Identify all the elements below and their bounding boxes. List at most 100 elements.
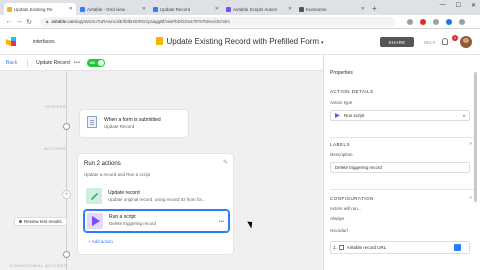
minimize-icon[interactable]: — bbox=[440, 2, 446, 9]
automation-name[interactable]: Update Record bbox=[36, 60, 70, 66]
bell-icon[interactable] bbox=[442, 38, 448, 45]
action-details-heading: ACTION DETAILS bbox=[330, 89, 374, 94]
divider bbox=[330, 189, 475, 190]
notification-badge: 1 bbox=[452, 35, 458, 41]
action-type-label: Action type bbox=[330, 100, 353, 105]
browser-tab-grid[interactable]: Airtable - Grid view ✕ bbox=[77, 3, 149, 15]
maximize-icon[interactable]: ☐ bbox=[456, 2, 461, 9]
browser-tab-bar: Update Existing Re ✕ Airtable - Grid vie… bbox=[0, 0, 480, 15]
more-options-icon[interactable]: ••• bbox=[74, 60, 81, 66]
browser-tab-scripts[interactable]: Airtable Scripts Autom ✕ bbox=[223, 3, 295, 15]
form-icon bbox=[87, 116, 97, 128]
action1-subtitle: Update original record, using record ID … bbox=[108, 197, 206, 202]
action-run-script[interactable]: Run a script Delete triggering record ••… bbox=[84, 210, 229, 232]
browser-tab-update-record[interactable]: Update Record ✕ bbox=[150, 3, 222, 15]
play-icon bbox=[335, 113, 340, 118]
browser-extension-icons bbox=[407, 18, 465, 25]
trigger-step-label: TRIGGER bbox=[44, 104, 67, 109]
record-icon bbox=[338, 245, 344, 250]
tab-label: Kunnonne bbox=[306, 6, 327, 12]
base-icon bbox=[156, 37, 164, 45]
url-path: /appWoXoTuRAwnrJiiE/tblbHEtRG2yaaggBf/vi… bbox=[75, 19, 230, 24]
close-icon[interactable]: ✕ bbox=[142, 6, 146, 12]
add-action-link[interactable]: + Add action bbox=[88, 239, 113, 244]
extension-icon[interactable] bbox=[420, 18, 426, 25]
toggle-label: ON bbox=[89, 60, 95, 65]
close-icon[interactable]: ✕ bbox=[361, 6, 365, 12]
trigger-subtitle: Update Record bbox=[104, 124, 135, 129]
close-window-icon[interactable]: ✕ bbox=[471, 2, 476, 9]
share-button[interactable]: SHARE bbox=[380, 37, 414, 47]
tab-label: Airtable Scripts Autom bbox=[233, 6, 278, 12]
action2-subtitle: Delete triggering record bbox=[109, 221, 157, 226]
address-bar: ← → ↻ 🔒︎ airtable.com /appWoXoTuRAwnrJii… bbox=[0, 15, 480, 29]
action-run-value[interactable]: Always bbox=[330, 216, 344, 221]
puzzle-icon[interactable] bbox=[433, 18, 439, 25]
tab-label: Update Existing Re bbox=[14, 6, 53, 12]
avatar[interactable] bbox=[460, 36, 472, 48]
recordurl-label: recordurl bbox=[330, 228, 348, 233]
close-icon[interactable]: ✕ bbox=[288, 6, 292, 12]
chevron-down-icon: ▾ bbox=[462, 113, 465, 118]
review-label: Review test results bbox=[24, 219, 62, 224]
actions-group-card[interactable]: Run 2 actions Update a record and Run a … bbox=[78, 154, 233, 254]
lock-icon: 🔒︎ bbox=[46, 19, 49, 24]
record-url-token: Airtable record URL bbox=[346, 245, 387, 250]
add-step-icon[interactable]: + bbox=[62, 190, 71, 199]
profile-icon[interactable] bbox=[446, 18, 452, 25]
chevron-up-icon[interactable]: ˄ bbox=[469, 195, 472, 200]
action2-title: Run a script bbox=[109, 214, 136, 220]
tab-label: Airtable - Grid view bbox=[87, 6, 126, 12]
more-options-icon[interactable]: ••• bbox=[219, 219, 224, 225]
update-record-icon bbox=[86, 188, 102, 204]
token-prefix: 1. bbox=[333, 245, 337, 250]
menu-icon[interactable] bbox=[459, 18, 465, 25]
forward-arrow-icon[interactable]: → bbox=[14, 18, 24, 25]
action1-title: Update record bbox=[108, 190, 140, 196]
automation-toolbar: Back Update Record ••• ON bbox=[0, 55, 323, 71]
action-type-select[interactable]: Run script ▾ bbox=[330, 110, 470, 121]
back-link[interactable]: Back bbox=[6, 60, 17, 66]
trigger-title: When a form is submitted bbox=[104, 117, 161, 123]
conditional-connector-icon bbox=[63, 251, 70, 258]
action-update-record[interactable]: Update record Update original record, us… bbox=[84, 187, 229, 205]
recordurl-input[interactable]: 1. Airtable record URL bbox=[330, 241, 470, 254]
url-domain: airtable.com bbox=[51, 19, 76, 24]
trigger-card[interactable]: When a form is submitted Update Record bbox=[80, 110, 188, 137]
actions-group-subtitle: Update a record and Run a script bbox=[84, 172, 151, 177]
close-icon[interactable]: ✕ bbox=[215, 6, 219, 12]
browser-tab-other[interactable]: Kunnonne ✕ bbox=[296, 3, 368, 15]
airtable-favicon-icon bbox=[80, 6, 85, 12]
labels-heading: LABELS bbox=[330, 142, 351, 147]
star-icon[interactable] bbox=[407, 18, 413, 25]
page-favicon-icon bbox=[299, 6, 304, 12]
back-arrow-icon[interactable]: ← bbox=[4, 18, 14, 25]
browser-tab-base[interactable]: Update Existing Re ✕ bbox=[4, 3, 76, 15]
divider bbox=[330, 137, 475, 138]
pencil-icon[interactable]: ✎ bbox=[223, 159, 228, 166]
reload-icon[interactable]: ↻ bbox=[24, 18, 34, 26]
tab-label: Update Record bbox=[160, 6, 191, 12]
description-input[interactable]: Delete triggering record bbox=[330, 162, 470, 173]
chevron-up-icon[interactable]: ˄ bbox=[469, 141, 472, 146]
review-test-results-button[interactable]: Review test results bbox=[14, 217, 67, 226]
close-icon[interactable]: ✕ bbox=[69, 6, 73, 12]
divider bbox=[27, 58, 29, 67]
share-button-label: SHARE bbox=[388, 39, 406, 45]
help-link[interactable]: HELP bbox=[424, 40, 436, 45]
new-tab-button[interactable]: + bbox=[372, 3, 377, 15]
automation-canvas: TRIGGER When a form is submitted Update … bbox=[0, 71, 318, 270]
url-field[interactable]: 🔒︎ airtable.com /appWoXoTuRAwnrJiiE/tblb… bbox=[40, 16, 395, 27]
window-controls: — ☐ ✕ bbox=[440, 2, 476, 9]
panel-title: Properties bbox=[330, 70, 353, 76]
mouse-cursor-icon bbox=[247, 219, 255, 229]
automation-toggle[interactable]: ON bbox=[86, 58, 105, 67]
play-script-icon bbox=[87, 213, 103, 229]
properties-panel: Properties ACTION DETAILS Action type Ru… bbox=[323, 55, 480, 270]
actions-group-title: Run 2 actions bbox=[84, 161, 121, 167]
insert-token-icon[interactable] bbox=[454, 244, 461, 251]
base-title-text: Update Existing Record with Prefilled Fo… bbox=[166, 37, 319, 46]
configuration-heading: CONFIGURATION bbox=[330, 196, 374, 201]
action-run-label: Action will run... bbox=[330, 206, 362, 211]
panel-scrollbar[interactable] bbox=[474, 72, 477, 202]
